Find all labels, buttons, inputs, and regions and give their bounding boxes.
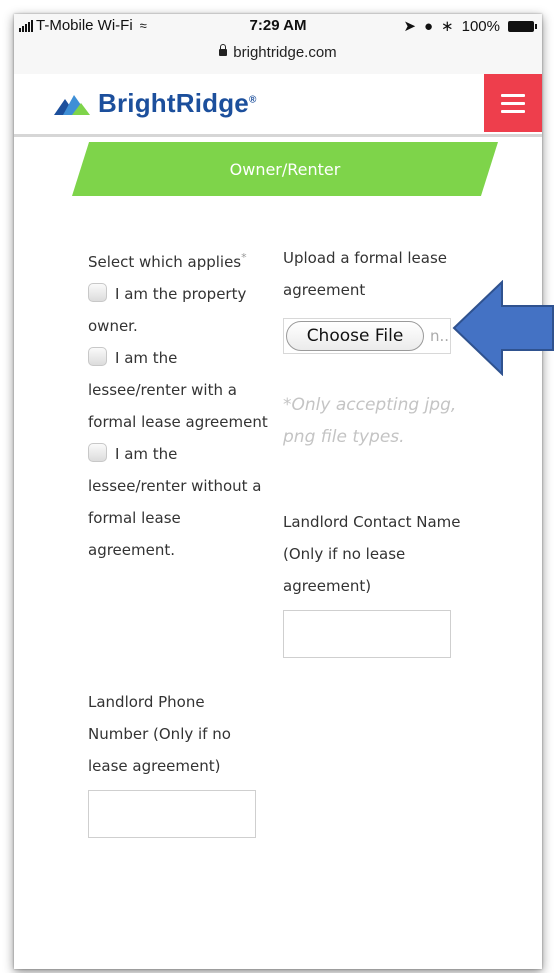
upload-lease-label: Upload a formal lease agreement [283,249,448,299]
url-text: brightridge.com [233,44,337,61]
pointer-arrow-icon [452,280,554,376]
logo-registered-mark: ® [248,94,257,106]
option-label: I am the lessee/renter with a formal lea… [88,349,268,431]
option-property-owner[interactable]: I am the property owner. [88,278,268,342]
file-status-text: n.. [430,327,450,345]
alarm-icon: ● [423,17,434,35]
select-which-applies-label: Select which applies* [88,251,247,271]
file-type-hint: *Only accepting jpg, png file types. [283,395,457,447]
mountain-logo-icon [54,94,90,115]
required-mark: * [241,251,247,264]
site-header: BrightRidge® [14,74,542,137]
battery-label: 100% [461,17,500,35]
status-right: ➤ ● ∗ 100% [403,17,537,35]
brightridge-logo[interactable]: BrightRidge® [54,88,257,119]
address-bar[interactable]: brightridge.com [14,43,542,61]
choose-file-button[interactable]: Choose File [286,321,424,351]
bluetooth-icon: ∗ [441,18,454,35]
hamburger-menu-button[interactable] [484,74,542,132]
option-label: I am the lessee/renter without a formal … [88,445,262,559]
phone-screen: T-Mobile Wi-Fi ≈ 7:29 AM ➤ ● ∗ 100% brig… [14,14,542,969]
section-title: Owner/Renter [229,159,341,179]
renter-without-lease-checkbox[interactable] [88,443,107,462]
lock-icon [219,43,228,56]
applies-options: Select which applies* I am the property … [88,242,268,566]
landlord-phone-number-label: Landlord Phone Number (Only if no lease … [88,693,231,775]
battery-icon [508,20,537,32]
option-renter-with-lease[interactable]: I am the lessee/renter with a formal lea… [88,342,268,438]
status-bar: T-Mobile Wi-Fi ≈ 7:29 AM ➤ ● ∗ 100% brig… [14,14,542,75]
option-renter-without-lease[interactable]: I am the lessee/renter without a formal … [88,438,268,566]
landlord-contact-name-label: Landlord Contact Name (Only if no lease … [283,513,461,595]
renter-with-lease-checkbox[interactable] [88,347,107,366]
section-banner: Owner/Renter [72,142,498,196]
option-label: I am the property owner. [88,285,247,335]
file-upload-input[interactable]: Choose File n.. [283,318,451,354]
logo-text: BrightRidge [98,88,249,118]
landlord-phone-number-input[interactable] [88,790,256,838]
property-owner-checkbox[interactable] [88,283,107,302]
landlord-contact-name-input[interactable] [283,610,451,658]
location-icon: ➤ [403,18,416,35]
